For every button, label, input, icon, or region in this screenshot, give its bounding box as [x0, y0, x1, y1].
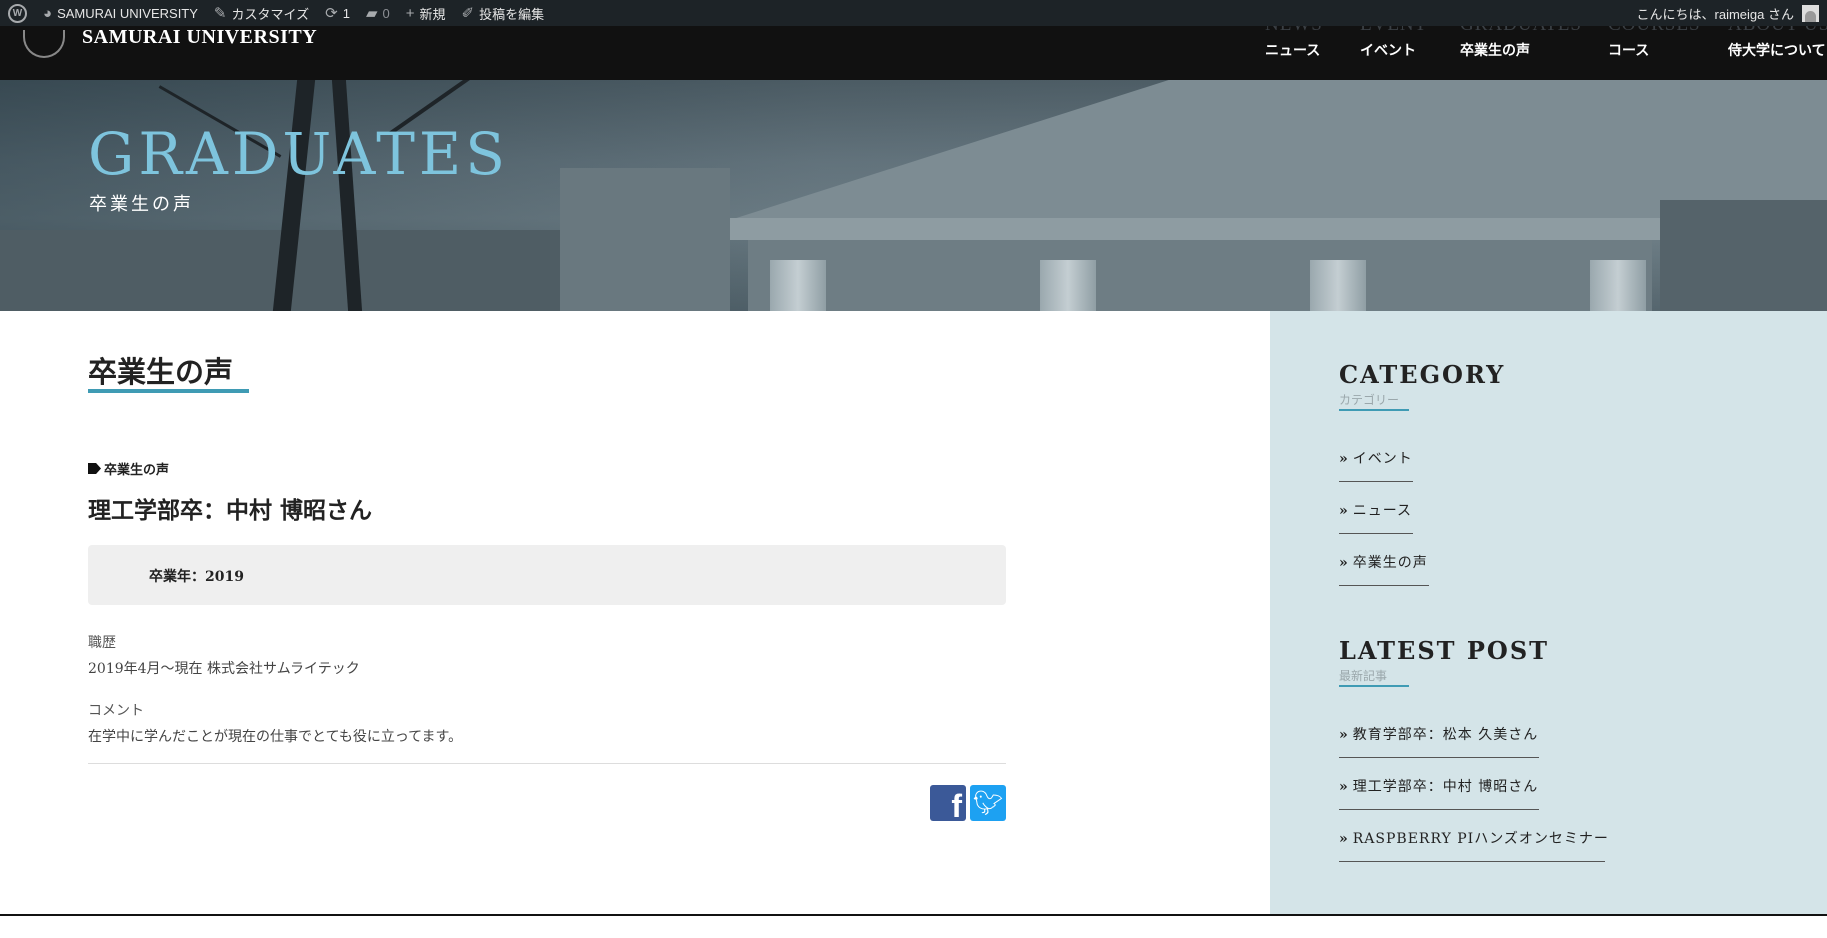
nav-news-jp: ニュース [1265, 43, 1321, 59]
sidebar-category-underline [1339, 409, 1409, 411]
post-tag-label: 卒業生の声 [104, 463, 170, 478]
sidebar-category-title: CATEGORY [1339, 360, 1506, 389]
double-chevron-right-icon: » [1339, 831, 1349, 847]
sidebar-category-news[interactable]: » ニュース [1339, 500, 1412, 520]
graduation-year-box: 卒業年：2019 [88, 545, 1006, 605]
building-facade [748, 240, 1652, 311]
nav-about-jp: 侍大学について [1728, 43, 1826, 59]
hero-title: GRADUATES [88, 120, 509, 188]
nav-about[interactable]: ABOUT US 侍大学について [1728, 26, 1827, 80]
university-emblem-icon [23, 30, 65, 58]
sidebar: CATEGORY カテゴリー » イベント » ニュース » 卒業生の声 LATEST… [1270, 311, 1827, 915]
admin-updates-count: 1 [342, 5, 350, 21]
nav-courses-jp: コース [1608, 43, 1650, 59]
admin-site-name[interactable]: ◕ SAMURAI UNIVERSITY [35, 0, 206, 26]
page-title: 卒業生の声 [88, 355, 234, 389]
admin-comments-count: 0 [382, 5, 390, 21]
sidebar-category-label: イベント [1352, 451, 1413, 467]
twitter-share-button[interactable]: 🐦︎ [970, 785, 1006, 821]
building-column [1590, 260, 1646, 311]
sidebar-item-divider [1339, 861, 1605, 862]
comment-icon: ▰ [365, 5, 378, 22]
double-chevron-right-icon: » [1339, 555, 1349, 571]
admin-edit-post-label: 投稿を編集 [479, 6, 545, 22]
post-tag[interactable]: 卒業生の声 [88, 459, 169, 478]
building-column [770, 260, 826, 311]
tag-icon [88, 463, 101, 474]
sidebar-latest-post[interactable]: » 教育学部卒：松本 久美さん [1339, 724, 1538, 744]
sidebar-latest-label: RASPBERRY PIハンズオンセミナー [1352, 831, 1609, 847]
sidebar-category-label: ニュース [1352, 503, 1413, 519]
sidebar-item-divider [1339, 757, 1539, 758]
nav-about-en: ABOUT US [1728, 26, 1827, 36]
double-chevron-right-icon: » [1339, 451, 1349, 467]
sidebar-item-divider [1339, 585, 1429, 586]
admin-bar: W ◕ SAMURAI UNIVERSITY ✎ カスタマイズ ⟳ 1 ▰ 0 … [0, 0, 1827, 26]
career-label: 職歴 [88, 635, 116, 651]
pencil-icon: ✐ [461, 5, 475, 22]
sidebar-item-divider [1339, 481, 1413, 482]
admin-site-name-label: SAMURAI UNIVERSITY [57, 5, 198, 21]
building-column [1040, 260, 1096, 311]
sidebar-latest-subtitle: 最新記事 [1339, 669, 1388, 683]
comment-value: 在学中に学んだことが現在の仕事でとても役に立ってます。 [88, 729, 463, 745]
sidebar-latest-label: 理工学部卒：中村 博昭さん [1352, 779, 1539, 795]
sidebar-item-divider [1339, 533, 1413, 534]
dashboard-icon: ◕ [43, 4, 53, 22]
admin-new-label: 新規 [419, 6, 446, 22]
wordpress-icon: W [8, 3, 27, 23]
building-pediment [730, 80, 1827, 220]
post-title: 理工学部卒：中村 博昭さん [88, 497, 373, 524]
bottom-edge-line [0, 914, 1827, 916]
page-title-underline [88, 389, 249, 393]
twitter-icon: 🐦︎ [972, 789, 1004, 817]
sidebar-latest-label: 教育学部卒：松本 久美さん [1352, 727, 1539, 743]
graduation-year: 卒業年：2019 [149, 569, 244, 585]
plus-icon: + [405, 4, 415, 22]
sidebar-latest-post[interactable]: » RASPBERRY PIハンズオンセミナー [1339, 828, 1609, 848]
admin-account[interactable]: こんにちは、raimeiga さん [1629, 0, 1827, 26]
building-roof [560, 168, 730, 311]
facebook-share-button[interactable]: f [930, 785, 966, 824]
admin-edit-post[interactable]: ✐ 投稿を編集 [454, 0, 553, 26]
site-logo[interactable]: SAMURAI UNIVERSITY [82, 26, 317, 48]
building-entablature [730, 218, 1670, 240]
hero-subtitle: 卒業生の声 [89, 194, 194, 215]
sidebar-latest-post[interactable]: » 理工学部卒：中村 博昭さん [1339, 776, 1538, 796]
double-chevron-right-icon: » [1339, 503, 1349, 519]
double-chevron-right-icon: » [1339, 779, 1349, 795]
admin-updates[interactable]: ⟳ 1 [317, 0, 358, 26]
sidebar-category-label: 卒業生の声 [1352, 555, 1428, 571]
sidebar-item-divider [1339, 809, 1539, 810]
sidebar-category-subtitle: カテゴリー [1339, 393, 1400, 407]
admin-greeting: こんにちは、raimeiga さん [1636, 6, 1794, 22]
nav-event-jp: イベント [1360, 43, 1416, 59]
admin-customize[interactable]: ✎ カスタマイズ [206, 0, 317, 26]
facebook-icon: f [951, 788, 962, 824]
sidebar-latest-underline [1339, 685, 1409, 687]
double-chevron-right-icon: » [1339, 727, 1349, 743]
hero-banner: GRADUATES 卒業生の声 [0, 80, 1827, 311]
nav-graduates-jp: 卒業生の声 [1460, 43, 1530, 59]
admin-comments[interactable]: ▰ 0 [358, 0, 398, 26]
brush-icon: ✎ [213, 5, 227, 22]
site-header: SAMURAI UNIVERSITY NEWS ニュース EVENT イベント … [0, 14, 1827, 80]
sidebar-category-graduates[interactable]: » 卒業生の声 [1339, 552, 1428, 572]
wp-logo-menu[interactable]: W [0, 0, 35, 26]
career-value: 2019年4月〜現在 株式会社サムライテック [88, 661, 360, 677]
main-content: 卒業生の声 卒業生の声 理工学部卒：中村 博昭さん 卒業年：2019 職歴 20… [0, 311, 1270, 938]
admin-new[interactable]: + 新規 [398, 0, 454, 26]
comment-label: コメント [88, 703, 144, 719]
content-divider [88, 763, 1006, 764]
building-column [1310, 260, 1366, 311]
admin-customize-label: カスタマイズ [231, 6, 310, 22]
update-icon: ⟳ [325, 5, 338, 22]
sidebar-latest-title: LATEST POST [1339, 636, 1550, 665]
building-wing [1660, 200, 1827, 311]
sidebar-category-event[interactable]: » イベント [1339, 448, 1413, 468]
user-icon [1802, 4, 1819, 22]
